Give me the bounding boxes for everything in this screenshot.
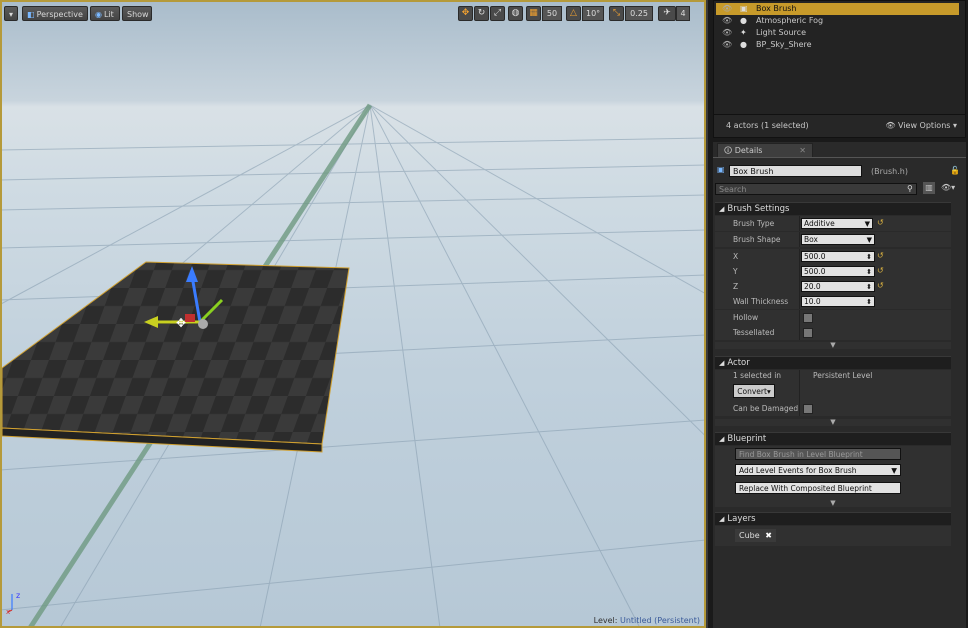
rotate-mode-icon[interactable]: ↻: [474, 6, 489, 21]
level-indicator: Level: Untitled (Persistent): [593, 616, 700, 625]
z-field[interactable]: 20.0 ⬍: [801, 281, 875, 292]
expand-advanced-icon[interactable]: ▼: [715, 419, 951, 426]
perspective-button[interactable]: ◧ Perspective: [22, 6, 88, 21]
rotation-snap-icon[interactable]: △: [566, 6, 581, 21]
actor-name-field[interactable]: Box Brush: [729, 165, 862, 177]
svg-text:z: z: [16, 591, 20, 600]
x-row: X 500.0 ⬍ ↺: [715, 249, 951, 264]
visibility-eye-icon[interactable]: 👁▾: [941, 183, 955, 192]
wall-thickness-row: Wall Thickness 10.0 ⬍: [715, 294, 951, 309]
rotation-snap-value[interactable]: 10°: [582, 6, 604, 21]
x-field[interactable]: 500.0 ⬍: [801, 251, 875, 262]
can-be-damaged-checkbox[interactable]: [803, 404, 813, 414]
reset-icon[interactable]: ↺: [877, 281, 884, 290]
actor-class-icon: ▣: [717, 165, 725, 174]
eye-icon[interactable]: 👁: [722, 39, 732, 51]
brush-type-dropdown[interactable]: Additive ▼: [801, 218, 873, 229]
brush-shape-dropdown[interactable]: Box ▼: [801, 234, 875, 245]
actor-sphere-icon: ●: [740, 16, 747, 25]
tessellated-checkbox[interactable]: [803, 328, 813, 338]
scale-mode-icon[interactable]: ⤢: [490, 6, 505, 21]
outliner-row[interactable]: 👁 ● BP_Sky_Shere: [716, 39, 959, 51]
grid-snap-value[interactable]: 50: [542, 6, 562, 21]
scene-render: ✥: [0, 103, 706, 628]
camera-speed-value[interactable]: 4: [676, 6, 690, 21]
expand-advanced-icon[interactable]: ▼: [715, 342, 951, 349]
layers-category[interactable]: ◢ Layers: [715, 512, 951, 525]
lit-button[interactable]: ◉ Lit: [90, 6, 120, 21]
details-panel: 🛈 Details ✕ ▣ Box Brush (Brush.h) 🔓 Sear…: [713, 142, 966, 628]
reset-icon[interactable]: ↺: [877, 266, 884, 275]
lock-icon[interactable]: 🔓: [950, 166, 960, 175]
view-options-button[interactable]: 👁 View Options ▾: [885, 115, 957, 137]
can-be-damaged-row: Can be Damaged: [715, 401, 951, 416]
perspective-icon: ◧: [27, 10, 35, 19]
z-row: Z 20.0 ⬍ ↺: [715, 279, 951, 294]
actor-class-link[interactable]: (Brush.h): [871, 167, 908, 176]
y-field[interactable]: 500.0 ⬍: [801, 266, 875, 277]
brush-icon: ▣: [740, 4, 748, 13]
hollow-row: Hollow: [715, 310, 951, 325]
world-outliner: 👁 ▣ Box Brush 👁 ● Atmospheric Fog 👁 ✦ Li…: [713, 0, 966, 138]
property-matrix-icon[interactable]: ▥: [923, 182, 935, 194]
lit-icon: ◉: [95, 10, 102, 19]
actor-sphere-icon: ●: [740, 40, 747, 49]
brush-type-row: Brush Type Additive ▼ ↺: [715, 216, 951, 231]
layer-tag[interactable]: Cube ✖: [735, 529, 776, 542]
expand-advanced-icon[interactable]: ▼: [715, 500, 951, 507]
blueprint-category[interactable]: ◢ Blueprint: [715, 432, 951, 445]
brush-shape-row: Brush Shape Box ▼: [715, 232, 951, 247]
brush-settings-category[interactable]: ◢ Brush Settings: [715, 202, 951, 215]
reset-icon[interactable]: ↺: [877, 251, 884, 260]
remove-layer-icon[interactable]: ✖: [765, 531, 772, 540]
wall-thickness-field[interactable]: 10.0 ⬍: [801, 296, 875, 307]
translate-mode-icon[interactable]: ✥: [458, 6, 473, 21]
details-icon: 🛈: [724, 146, 733, 155]
search-icon: ⚲: [907, 184, 913, 193]
eye-icon[interactable]: 👁: [722, 3, 732, 15]
viewport-options-button[interactable]: ▾: [4, 6, 18, 21]
grid-snap-icon[interactable]: ▦: [526, 6, 541, 21]
eye-icon[interactable]: 👁: [722, 27, 732, 39]
axis-indicator-icon: z x: [6, 591, 20, 614]
outliner-row[interactable]: 👁 ● Atmospheric Fog: [716, 15, 959, 27]
world-space-icon[interactable]: ◍: [508, 6, 523, 21]
scale-snap-icon[interactable]: ⤡: [609, 6, 624, 21]
box-brush: [1, 261, 350, 445]
tessellated-row: Tessellated: [715, 325, 951, 340]
outliner-row[interactable]: 👁 ▣ Box Brush: [716, 3, 959, 15]
find-in-level-blueprint-button[interactable]: Find Box Brush in Level Blueprint: [735, 448, 901, 460]
scale-snap-value[interactable]: 0.25: [625, 6, 653, 21]
y-row: Y 500.0 ⬍ ↺: [715, 264, 951, 279]
level-viewport[interactable]: ✥ ▾ ◧ Perspective ◉ Lit Show ✥ ↻ ⤢ ◍ ▦ 50 …: [0, 0, 708, 628]
replace-with-composited-blueprint-button[interactable]: Replace With Composited Blueprint: [735, 482, 901, 494]
svg-text:✥: ✥: [176, 316, 186, 330]
reset-icon[interactable]: ↺: [877, 218, 884, 227]
light-icon: ✦: [740, 28, 747, 37]
outliner-row[interactable]: 👁 ✦ Light Source: [716, 27, 959, 39]
outliner-status-bar: 4 actors (1 selected) 👁 View Options ▾: [714, 114, 965, 137]
hollow-checkbox[interactable]: [803, 313, 813, 323]
close-icon[interactable]: ✕: [799, 144, 806, 158]
eye-icon: 👁: [885, 121, 896, 130]
convert-button[interactable]: Convert▾: [733, 384, 775, 398]
show-button[interactable]: Show: [122, 6, 152, 21]
add-level-events-dropdown[interactable]: Add Level Events for Box Brush ▼: [735, 464, 901, 476]
camera-speed-icon[interactable]: ✈: [658, 6, 676, 21]
svg-text:x: x: [6, 608, 10, 614]
details-search-input[interactable]: Search: [715, 183, 917, 195]
eye-icon[interactable]: 👁: [722, 15, 732, 27]
tab-details[interactable]: 🛈 Details ✕: [717, 143, 813, 157]
actor-category[interactable]: ◢ Actor: [715, 356, 951, 369]
actor-count: 4 actors (1 selected): [726, 121, 809, 130]
